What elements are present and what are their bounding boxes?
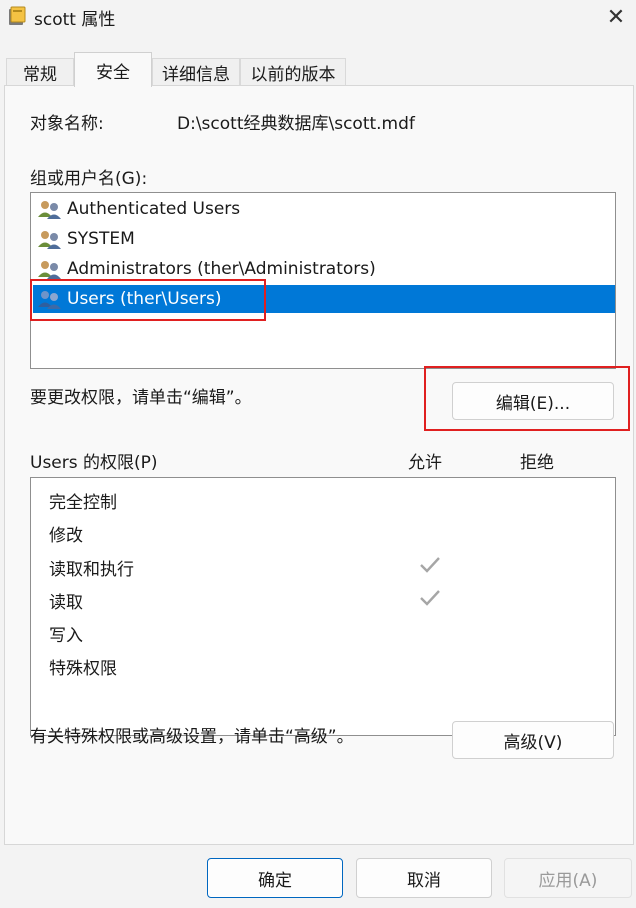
permissions-label: Users 的权限(P): [30, 453, 158, 473]
tab-previous-versions-label: 以前的版本: [250, 65, 336, 85]
close-icon: ✕: [606, 4, 626, 30]
allow-read-execute-check-icon: [420, 557, 440, 573]
edit-button-label: 编辑(E)...: [495, 393, 571, 414]
user-item-label: SYSTEM: [67, 229, 135, 249]
tab-security[interactable]: 安全: [74, 52, 152, 87]
users-group-icon: [38, 291, 61, 309]
tab-general[interactable]: 常规: [6, 58, 74, 86]
edit-button[interactable]: 编辑(E)...: [452, 382, 614, 420]
user-item-label: Users (ther\Users): [67, 289, 222, 309]
tab-details-label: 详细信息: [162, 65, 230, 85]
tab-strip: 常规 安全 详细信息 以前的版本: [0, 52, 636, 87]
advanced-hint: 有关特殊权限或高级设置，请单击“高级”。: [30, 727, 354, 747]
user-item-label: Administrators (ther\Administrators): [67, 259, 376, 279]
advanced-button-label: 高级(V): [503, 732, 563, 753]
tab-previous-versions[interactable]: 以前的版本: [240, 58, 346, 86]
database-file-icon: [9, 6, 26, 25]
allow-read-check-icon: [420, 590, 440, 606]
apply-button-label: 应用(A): [538, 870, 598, 891]
user-item-system[interactable]: SYSTEM: [33, 225, 615, 253]
object-name-label: 对象名称:: [30, 114, 104, 134]
permission-full-control: 完全控制: [49, 493, 117, 513]
user-item-administrators[interactable]: Administrators (ther\Administrators): [33, 255, 615, 283]
user-item-users[interactable]: Users (ther\Users): [33, 285, 615, 313]
groups-label: 组或用户名(G):: [30, 169, 148, 189]
user-item-label: Authenticated Users: [67, 199, 241, 219]
permission-write: 写入: [49, 626, 83, 646]
tab-security-label: 安全: [96, 62, 130, 83]
users-group-icon: [38, 261, 61, 279]
ok-button-label: 确定: [258, 870, 292, 891]
deny-header: 拒绝: [520, 453, 554, 473]
title-bar: scott 属性 ✕: [0, 0, 636, 38]
users-group-icon: [38, 231, 61, 249]
permission-read-execute: 读取和执行: [49, 560, 134, 580]
advanced-button[interactable]: 高级(V): [452, 721, 614, 759]
tab-details[interactable]: 详细信息: [152, 58, 240, 86]
permissions-listbox[interactable]: 完全控制 修改 读取和执行 读取 写入 特殊权限: [30, 477, 616, 736]
apply-button[interactable]: 应用(A): [504, 858, 632, 898]
permission-read: 读取: [49, 593, 83, 613]
users-listbox[interactable]: Authenticated Users SYSTEM Administrator…: [30, 192, 616, 369]
tab-general-label: 常规: [23, 65, 57, 85]
close-button[interactable]: ✕: [596, 0, 636, 34]
properties-dialog: scott 属性 ✕ 常规 安全 详细信息 以前的版本 对象名称: D:\sco…: [0, 0, 636, 908]
cancel-button-label: 取消: [407, 870, 441, 891]
users-group-icon: [38, 201, 61, 219]
security-tab-page: 对象名称: D:\scott经典数据库\scott.mdf 组或用户名(G): …: [4, 85, 634, 845]
user-item-authenticated-users[interactable]: Authenticated Users: [33, 195, 615, 223]
allow-header: 允许: [408, 453, 442, 473]
cancel-button[interactable]: 取消: [356, 858, 492, 898]
object-name-value: D:\scott经典数据库\scott.mdf: [177, 114, 415, 134]
permission-modify: 修改: [49, 526, 83, 546]
ok-button[interactable]: 确定: [207, 858, 343, 898]
edit-hint: 要更改权限，请单击“编辑”。: [30, 388, 252, 408]
window-title: scott 属性: [34, 10, 116, 30]
permission-special: 特殊权限: [49, 659, 117, 679]
